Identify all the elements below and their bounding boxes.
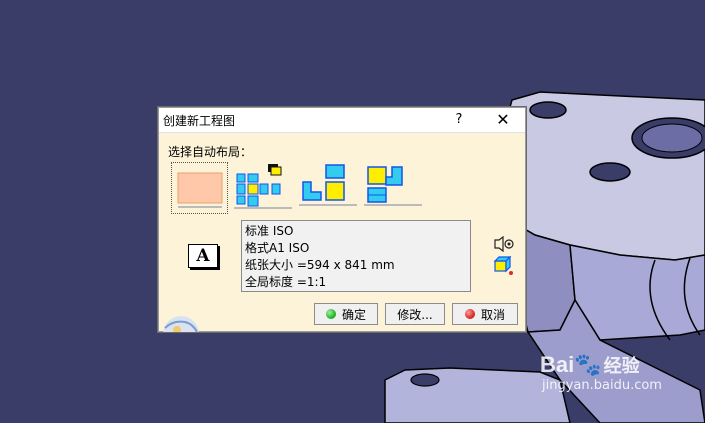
format-text: 格式A1 ISO [245,241,310,255]
globe-decoration-icon [163,316,199,332]
layout-option-empty[interactable] [171,162,228,214]
modify-button[interactable]: 修改... [385,303,445,325]
text-style-icon[interactable]: A [188,244,218,268]
sheet-size-text: 纸张大小 =594 x 841 mm [245,258,395,272]
standard-text: 标准 ISO [245,224,294,238]
paw-icon: 🐾 [574,352,602,377]
dialog-title: 创建新工程图 [163,114,236,128]
ok-button[interactable]: 确定 [314,303,378,325]
watermark-brand: Bai [540,352,575,377]
create-drawing-dialog: 创建新工程图 ? ✕ 选择自动布局： A 标准 ISO 格式A1 ISO 纸张大… [158,107,526,332]
close-button[interactable]: ✕ [492,110,514,130]
empty-sheet-icon [177,172,223,208]
layout-option-front-bottom-right[interactable] [299,162,359,212]
cancel-button-label: 取消 [480,307,505,322]
watermark-url: jingyan.baidu.com [542,378,662,393]
front-bottom-right-icon [299,164,357,206]
modify-button-label: 修改... [397,307,433,322]
scale-text: 全局标度 =1:1 [245,275,327,289]
ok-button-label: 确定 [341,307,366,322]
help-button[interactable]: ? [449,110,469,130]
watermark-brand2: 经验 [603,356,640,376]
ok-status-icon [325,309,336,319]
all-views-icon [234,164,292,209]
cancel-button[interactable]: 取消 [452,303,518,325]
drawing-info-box: 标准 ISO 格式A1 ISO 纸张大小 =594 x 841 mm 全局标度 … [241,220,471,292]
dialog-titlebar[interactable]: 创建新工程图 ? ✕ [159,108,525,133]
cancel-status-icon [464,309,475,319]
view-orientation-icon[interactable] [493,236,515,252]
layout-section-label: 选择自动布局： [168,145,253,159]
layout-option-all-views[interactable] [234,162,294,212]
layout-option-front-top-left[interactable] [364,162,424,212]
watermark: Bai🐾 经验 jingyan.baidu.com [540,352,662,393]
front-top-left-icon [364,166,422,206]
projection-settings-icon[interactable] [493,256,515,276]
